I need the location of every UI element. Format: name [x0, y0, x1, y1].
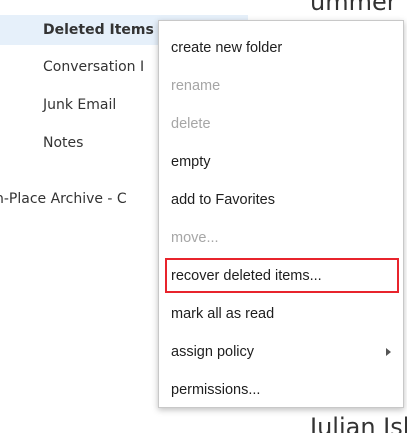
menu-item-assign-policy[interactable]: assign policy [159, 333, 403, 371]
menu-item-label: rename [171, 78, 221, 94]
folder-label: n-Place Archive - C [0, 191, 127, 207]
folder-label: Deleted Items [43, 22, 154, 38]
folder-item-junk-email[interactable]: Junk Email [43, 90, 116, 120]
menu-item-label: recover deleted items... [171, 268, 322, 284]
folder-label: Junk Email [43, 97, 117, 113]
folder-item-notes[interactable]: Notes [43, 128, 83, 158]
message-sender[interactable]: Julian Isla [310, 415, 407, 433]
menu-item-permissions[interactable]: permissions... [159, 371, 403, 409]
menu-item-delete[interactable]: delete [159, 105, 403, 143]
submenu-arrow-icon [386, 348, 391, 356]
menu-item-label: mark all as read [171, 306, 275, 322]
menu-item-create-new-folder[interactable]: create new folder [159, 29, 403, 67]
menu-item-move[interactable]: move... [159, 219, 403, 257]
menu-item-recover-deleted-items[interactable]: recover deleted items... [159, 257, 403, 295]
menu-item-label: permissions... [171, 382, 261, 398]
outlook-window: Deleted Items 5 Conversation I Junk Emai… [0, 0, 407, 433]
menu-item-label: delete [171, 116, 211, 132]
menu-item-label: create new folder [171, 40, 283, 56]
folder-item-archive[interactable]: n-Place Archive - C [0, 184, 127, 214]
menu-item-mark-all-as-read[interactable]: mark all as read [159, 295, 403, 333]
menu-item-label: empty [171, 154, 211, 170]
menu-item-empty[interactable]: empty [159, 143, 403, 181]
folder-item-conversation-history[interactable]: Conversation I [43, 52, 144, 82]
folder-context-menu: create new folder rename delete empty ad… [158, 20, 404, 408]
message-sender[interactable]: ummer [310, 0, 397, 14]
menu-item-rename[interactable]: rename [159, 67, 403, 105]
menu-item-add-to-favorites[interactable]: add to Favorites [159, 181, 403, 219]
folder-label: Notes [43, 135, 84, 151]
menu-item-label: move... [171, 230, 219, 246]
folder-label: Conversation I [43, 59, 145, 75]
menu-item-label: add to Favorites [171, 192, 275, 208]
menu-item-label: assign policy [171, 344, 255, 360]
